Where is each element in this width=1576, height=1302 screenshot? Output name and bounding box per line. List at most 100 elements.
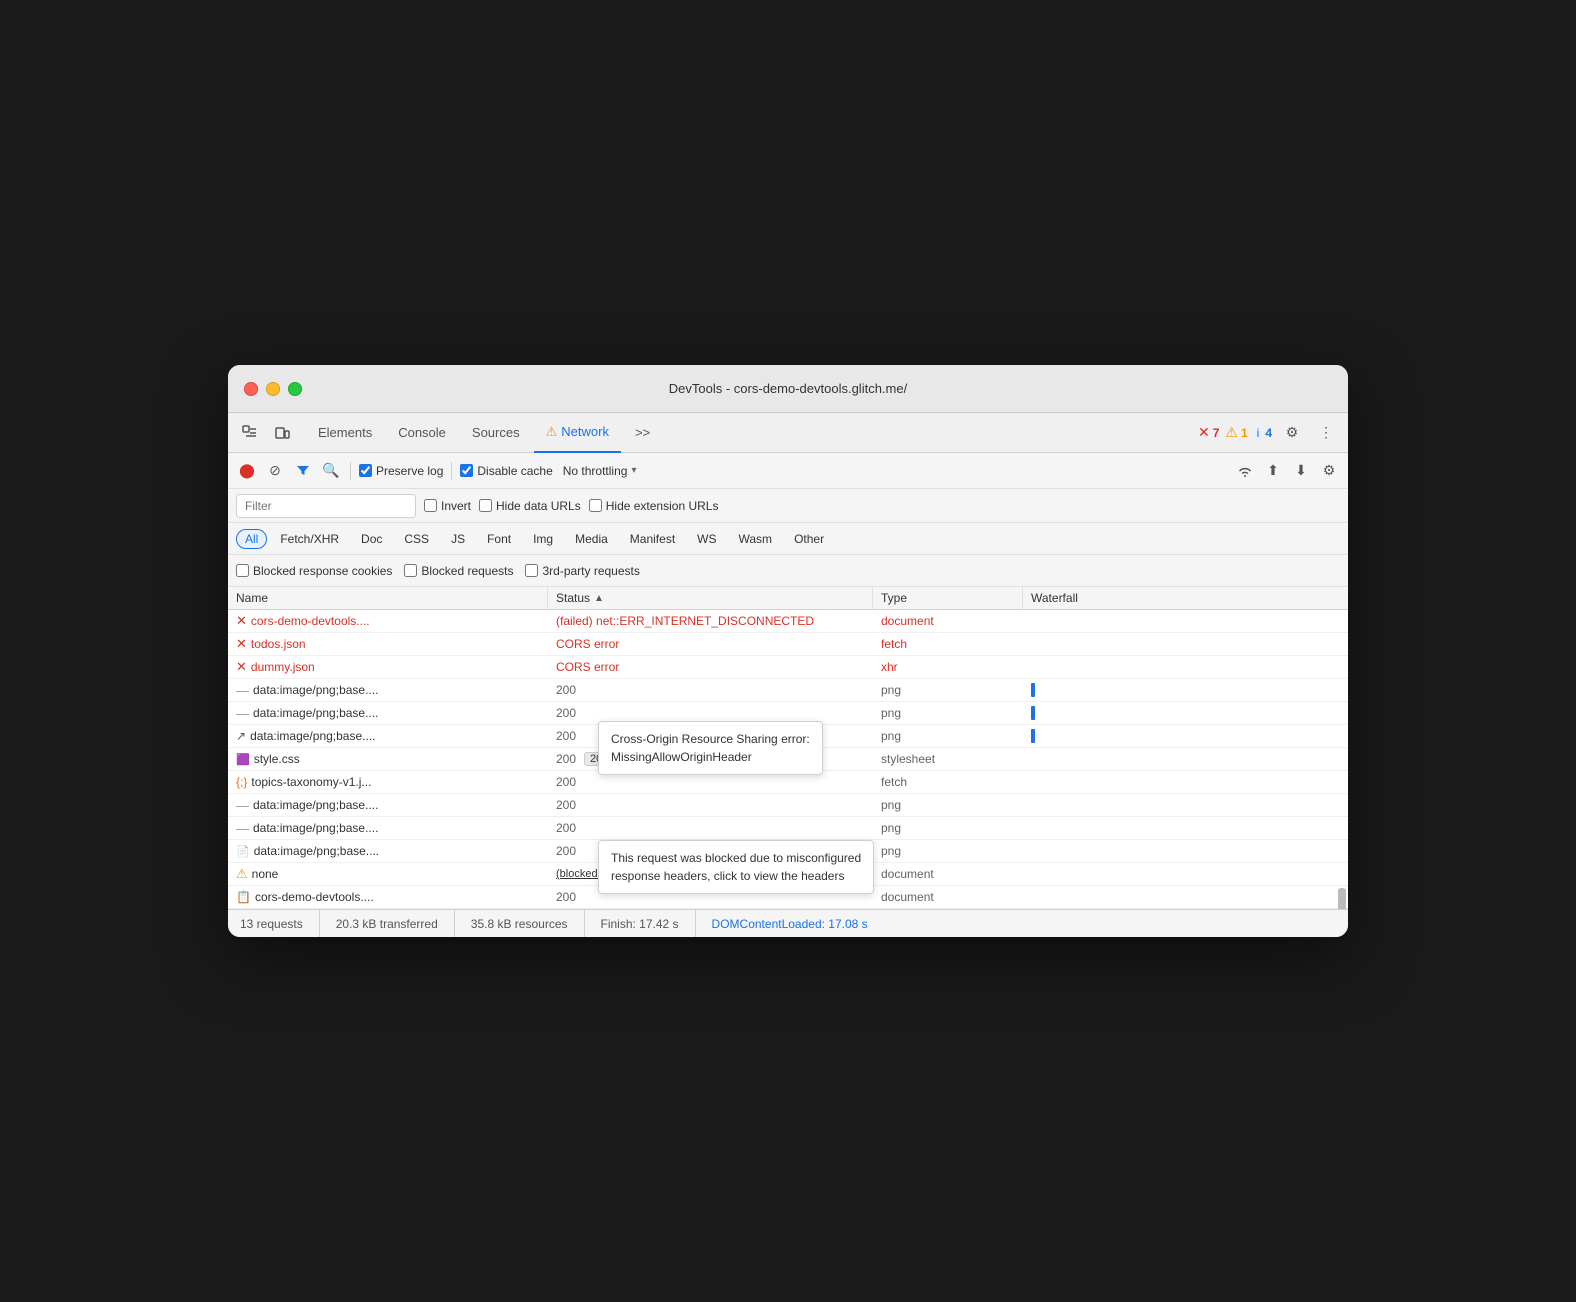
stop-recording-button[interactable]: ⬤ <box>236 460 258 482</box>
type-btn-wasm[interactable]: Wasm <box>730 529 782 549</box>
sort-arrow-icon: ▲ <box>594 593 604 604</box>
warning-icon: ⚠ <box>236 866 248 882</box>
tab-sources[interactable]: Sources <box>460 413 532 453</box>
download-icon[interactable]: ⬇ <box>1290 460 1312 482</box>
separator-2 <box>451 462 452 480</box>
blocked-response-cookies-label[interactable]: Blocked response cookies <box>236 564 392 578</box>
blocked-requests-checkbox[interactable] <box>404 564 417 577</box>
row-type: png <box>873 794 1023 816</box>
disable-cache-label[interactable]: Disable cache <box>460 464 552 478</box>
tab-network[interactable]: ⚠ Network <box>534 413 621 453</box>
hide-data-urls-checkbox-label[interactable]: Hide data URLs <box>479 499 581 513</box>
row-type: fetch <box>873 633 1023 655</box>
table-row[interactable]: ✕ cors-demo-devtools.... (failed) net::E… <box>228 610 1348 633</box>
table-row[interactable]: 🟪 style.css 200 200 OK stylesheet <box>228 748 1348 771</box>
type-btn-manifest[interactable]: Manifest <box>621 529 684 549</box>
clear-button[interactable]: ⊘ <box>264 460 286 482</box>
row-status: CORS error <box>548 633 873 655</box>
blocked-requests-label[interactable]: Blocked requests <box>404 564 513 578</box>
throttle-dropdown[interactable]: No throttling ▾ <box>559 462 641 480</box>
type-btn-all[interactable]: All <box>236 529 267 549</box>
type-btn-doc[interactable]: Doc <box>352 529 391 549</box>
network-settings-icon[interactable]: ⚙ <box>1318 460 1340 482</box>
type-filter-bar: All Fetch/XHR Doc CSS JS Font Img Media … <box>228 523 1348 555</box>
row-type: stylesheet <box>873 748 1023 770</box>
hide-extension-urls-checkbox[interactable] <box>589 499 602 512</box>
invert-checkbox[interactable] <box>424 499 437 512</box>
table-row[interactable]: ✕ todos.json CORS error fetch Cross-Orig… <box>228 633 1348 656</box>
row-type: png <box>873 725 1023 747</box>
row-name: — data:image/png;base.... <box>228 794 548 816</box>
tab-more[interactable]: >> <box>623 413 662 453</box>
hide-extension-urls-checkbox-label[interactable]: Hide extension URLs <box>589 499 719 513</box>
filter-input[interactable] <box>236 494 416 518</box>
row-name: ⚠ none <box>228 863 548 885</box>
upload-icon[interactable]: ⬆ <box>1262 460 1284 482</box>
table-row[interactable]: ✕ dummy.json CORS error xhr <box>228 656 1348 679</box>
col-waterfall-header[interactable]: Waterfall <box>1023 587 1348 609</box>
row-name: ✕ cors-demo-devtools.... <box>228 610 548 632</box>
table-row[interactable]: ⚠ none (blocked:NotSameOriginAfterDefaul… <box>228 863 1348 886</box>
type-btn-ws[interactable]: WS <box>688 529 725 549</box>
warning-icon: ⚠ <box>1225 424 1238 441</box>
minimize-button[interactable] <box>266 382 280 396</box>
third-party-requests-checkbox[interactable] <box>525 564 538 577</box>
table-header: Name Status ▲ Type Waterfall <box>228 587 1348 610</box>
type-btn-media[interactable]: Media <box>566 529 617 549</box>
maximize-button[interactable] <box>288 382 302 396</box>
preserve-log-label[interactable]: Preserve log <box>359 464 443 478</box>
row-status: 200 <box>548 702 873 724</box>
blocked-response-cookies-checkbox[interactable] <box>236 564 249 577</box>
table-row[interactable]: {;} topics-taxonomy-v1.j... 200 fetch <box>228 771 1348 794</box>
col-name-header[interactable]: Name <box>228 587 548 609</box>
type-btn-img[interactable]: Img <box>524 529 562 549</box>
row-waterfall <box>1023 886 1348 908</box>
third-party-requests-label[interactable]: 3rd-party requests <box>525 564 639 578</box>
disable-cache-checkbox[interactable] <box>460 464 473 477</box>
toolbar: ⬤ ⊘ 🔍 Preserve log Disable cache No thro… <box>228 453 1348 489</box>
type-btn-font[interactable]: Font <box>478 529 520 549</box>
col-status-header[interactable]: Status ▲ <box>548 587 873 609</box>
filter-icon[interactable] <box>292 460 314 482</box>
inspect-element-icon[interactable] <box>236 419 264 447</box>
wifi-icon[interactable] <box>1234 460 1256 482</box>
row-status: CORS error <box>548 656 873 678</box>
table-row[interactable]: 📄 data:image/png;base.... 200 png This r… <box>228 840 1348 863</box>
chevron-down-icon: ▾ <box>631 465 636 476</box>
network-warning-icon: ⚠ <box>546 424 558 440</box>
table-row[interactable]: 📋 cors-demo-devtools.... 200 document <box>228 886 1348 909</box>
row-waterfall <box>1023 771 1348 793</box>
error-icon: ✕ <box>236 613 247 629</box>
table-row[interactable]: — data:image/png;base.... 200 png <box>228 702 1348 725</box>
preserve-log-checkbox[interactable] <box>359 464 372 477</box>
close-button[interactable] <box>244 382 258 396</box>
row-name: 🟪 style.css <box>228 748 548 770</box>
separator-1 <box>350 462 351 480</box>
type-btn-other[interactable]: Other <box>785 529 833 549</box>
row-type: document <box>873 863 1023 885</box>
type-btn-js[interactable]: JS <box>442 529 474 549</box>
col-type-header[interactable]: Type <box>873 587 1023 609</box>
settings-icon[interactable]: ⚙ <box>1278 419 1306 447</box>
tab-console[interactable]: Console <box>386 413 458 453</box>
type-btn-fetch-xhr[interactable]: Fetch/XHR <box>271 529 348 549</box>
tab-elements[interactable]: Elements <box>306 413 384 453</box>
table-row[interactable]: — data:image/png;base.... 200 png <box>228 679 1348 702</box>
table-row[interactable]: — data:image/png;base.... 200 png <box>228 817 1348 840</box>
search-icon[interactable]: 🔍 <box>320 460 342 482</box>
table-row[interactable]: — data:image/png;base.... 200 png <box>228 794 1348 817</box>
table-row[interactable]: ↗ data:image/png;base.... 200 png <box>228 725 1348 748</box>
row-name: 📋 cors-demo-devtools.... <box>228 886 548 908</box>
tab-bar: Elements Console Sources ⚠ Network >> ✕ … <box>228 413 1348 453</box>
row-name: ↗ data:image/png;base.... <box>228 725 548 747</box>
row-waterfall <box>1023 863 1348 885</box>
redirect-icon: ↗ <box>236 729 246 743</box>
device-toolbar-icon[interactable] <box>268 419 296 447</box>
more-options-icon[interactable]: ⋮ <box>1312 419 1340 447</box>
type-btn-css[interactable]: CSS <box>395 529 438 549</box>
invert-checkbox-label[interactable]: Invert <box>424 499 471 513</box>
hide-data-urls-checkbox[interactable] <box>479 499 492 512</box>
row-status: 200 <box>548 886 873 908</box>
network-table: Name Status ▲ Type Waterfall ✕ cors-demo… <box>228 587 1348 909</box>
row-type: png <box>873 702 1023 724</box>
